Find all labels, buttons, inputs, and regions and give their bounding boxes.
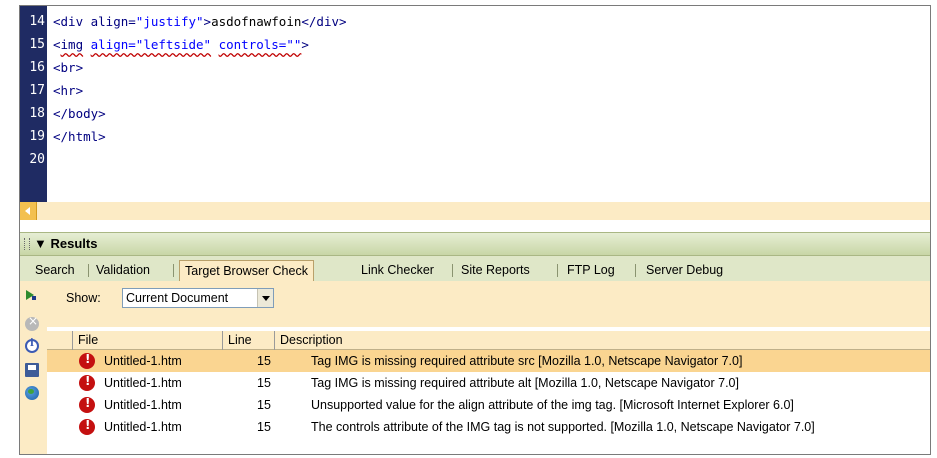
code-token: < (53, 37, 61, 52)
code-token: <div align= (53, 14, 136, 29)
scroll-left-icon[interactable] (20, 202, 37, 220)
tab-link-checker[interactable]: Link Checker (356, 260, 439, 281)
results-table: File Line Description Untitled-1.htm 15 Ta… (47, 331, 930, 454)
table-row[interactable]: Untitled-1.htm 15 Tag IMG is missing requi… (47, 350, 930, 372)
save-report-icon[interactable] (25, 363, 39, 377)
column-header-description[interactable]: Description (274, 331, 930, 350)
cell-file: Untitled-1.htm (104, 420, 182, 434)
results-table-header: File Line Description (47, 331, 930, 350)
error-icon (79, 374, 95, 391)
code-text[interactable]: <img align="leftside" controls=""> (53, 33, 309, 56)
tab-separator (557, 264, 558, 277)
error-icon (79, 352, 95, 369)
code-token: <br> (53, 60, 84, 75)
cell-line: 15 (257, 354, 271, 368)
tab-site-reports[interactable]: Site Reports (456, 260, 535, 281)
cell-line: 15 (257, 376, 271, 390)
code-line[interactable]: 15 <img align="leftside" controls=""> (20, 33, 930, 56)
cell-description: The controls attribute of the IMG tag is… (311, 420, 815, 434)
cell-line: 15 (257, 398, 271, 412)
run-check-icon[interactable] (26, 290, 36, 300)
line-number: 19 (29, 129, 45, 144)
code-token: </body> (53, 106, 106, 121)
cell-description: Unsupported value for the align attribut… (311, 398, 794, 412)
line-number: 17 (29, 83, 45, 98)
table-row[interactable]: Untitled-1.htm 15 Unsupported value for th… (47, 394, 930, 416)
show-dropdown[interactable]: Current Document (122, 288, 274, 308)
code-text[interactable]: <div align="justify">asdofnawfoin</div> (53, 10, 347, 33)
show-label: Show: (66, 291, 101, 305)
code-line[interactable]: 20 (20, 148, 930, 171)
code-token: img (60, 37, 84, 52)
tab-ftp-log[interactable]: FTP Log (562, 260, 620, 281)
line-number: 18 (29, 106, 45, 121)
cell-file: Untitled-1.htm (104, 376, 182, 390)
tab-separator (88, 264, 89, 277)
column-header-file[interactable]: File (72, 331, 222, 350)
code-token: "justify" (135, 14, 204, 29)
tab-validation[interactable]: Validation (91, 260, 155, 281)
tab-server-debug[interactable]: Server Debug (641, 260, 728, 281)
code-line[interactable]: 18 </body> (20, 102, 930, 125)
tab-separator (452, 264, 453, 277)
code-token: > (203, 14, 212, 29)
cell-description: Tag IMG is missing required attribute sr… (311, 354, 743, 368)
error-icon (79, 418, 95, 435)
editor-window: 14 <div align="justify">asdofnawfoin</div… (19, 5, 931, 455)
cell-description: Tag IMG is missing required attribute al… (311, 376, 739, 390)
code-text[interactable]: </html> (53, 125, 106, 148)
code-line[interactable]: 14 <div align="justify">asdofnawfoin</div… (20, 10, 930, 33)
browse-report-icon[interactable] (25, 386, 39, 400)
code-token: controls="" (218, 37, 302, 52)
show-dropdown-value: Current Document (126, 291, 229, 305)
results-panel-header[interactable]: ▼ Results (20, 232, 930, 256)
tab-separator (173, 264, 174, 277)
code-text[interactable]: <hr> (53, 79, 83, 102)
code-token: <hr> (53, 83, 84, 98)
chevron-down-icon[interactable] (257, 289, 273, 307)
tab-search[interactable]: Search (30, 260, 80, 281)
results-side-toolbar (20, 311, 47, 454)
code-text[interactable]: <br> (53, 56, 83, 79)
error-icon (79, 396, 95, 413)
horizontal-scrollbar[interactable] (20, 202, 930, 220)
tab-separator (635, 264, 636, 277)
table-row[interactable]: Untitled-1.htm 15 Tag IMG is missing requi… (47, 372, 930, 394)
code-editor[interactable]: 14 <div align="justify">asdofnawfoin</div… (20, 6, 930, 220)
code-line[interactable]: 16 <br> (20, 56, 930, 79)
code-token: > (301, 37, 309, 52)
results-panel-title[interactable]: ▼ Results (34, 236, 97, 251)
table-row[interactable]: Untitled-1.htm 15 The controls attribute o… (47, 416, 930, 438)
code-line[interactable]: 19 </html> (20, 125, 930, 148)
code-line[interactable]: 17 <hr> (20, 79, 930, 102)
line-number: 15 (29, 37, 45, 52)
column-header-line[interactable]: Line (222, 331, 274, 350)
grip-icon[interactable] (24, 238, 30, 250)
cell-line: 15 (257, 420, 271, 434)
line-number: 16 (29, 60, 45, 75)
stop-icon[interactable] (25, 314, 39, 331)
code-text[interactable]: </body> (53, 102, 106, 125)
cell-file: Untitled-1.htm (104, 398, 182, 412)
code-token: asdofnawfoin (211, 14, 302, 29)
line-number: 20 (29, 152, 45, 167)
code-token: </div> (301, 14, 347, 29)
code-token: align="leftside" (90, 37, 212, 52)
line-number: 14 (29, 14, 45, 29)
code-token: </html> (53, 129, 106, 144)
cell-file: Untitled-1.htm (104, 354, 182, 368)
results-tab-bar: Search Validation Target Browser Check L… (20, 256, 930, 281)
results-toolbar: Show: Current Document (20, 281, 930, 327)
info-icon[interactable] (25, 338, 39, 353)
tab-target-browser-check[interactable]: Target Browser Check (179, 260, 314, 281)
